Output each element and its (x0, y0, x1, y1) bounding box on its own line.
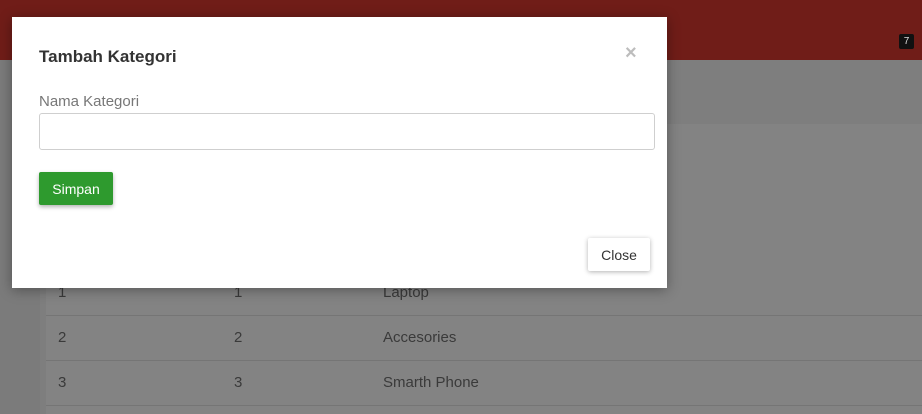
category-name-label: Nama Kategori (39, 93, 140, 110)
category-name-input[interactable] (39, 113, 655, 150)
add-category-modal: Tambah Kategori × Nama Kategori Simpan C… (12, 17, 667, 288)
close-icon[interactable]: × (625, 43, 637, 63)
save-button[interactable]: Simpan (39, 172, 113, 205)
close-button[interactable]: Close (588, 238, 650, 271)
modal-title: Tambah Kategori (39, 47, 177, 66)
